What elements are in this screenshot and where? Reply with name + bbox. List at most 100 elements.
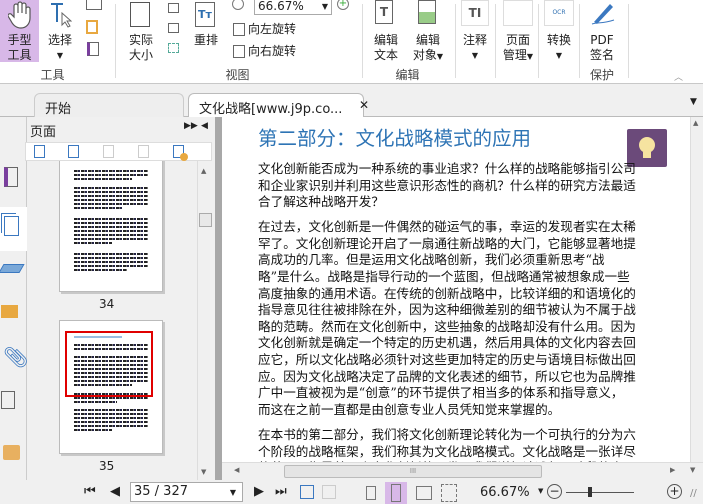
last-page-button[interactable]: ⏭︎	[275, 484, 287, 499]
rotate-right-label: 向右旋转	[248, 44, 297, 58]
edit-object-button[interactable]: 编辑 对象▼	[410, 0, 446, 64]
tab-start[interactable]: 开始	[34, 93, 184, 117]
rotate-right-icon	[233, 45, 245, 58]
rotate-left-button[interactable]: 向左旋转	[233, 20, 296, 37]
annotate-button[interactable]: TI 注释 ▼	[460, 0, 490, 62]
edit-text-button[interactable]: T 编辑 文本	[368, 0, 404, 64]
document-body: 文化创新能否成为一种系统的事业追求？什么样的战略能够指引公司 和企业家识别并利用这…	[258, 161, 666, 462]
collapse-ribbon-icon[interactable]: ︿	[674, 70, 683, 83]
select-label: 选择	[47, 33, 72, 47]
pages-icon[interactable]	[0, 207, 27, 251]
tab-document[interactable]: 文化战略[www.j9p.co... ✕	[188, 93, 369, 118]
clipboard-icon[interactable]	[86, 20, 98, 34]
reflow-button[interactable]: Tт 重排	[190, 0, 222, 62]
zoom-level: 66.67%	[480, 485, 530, 500]
panel-splitter[interactable]	[215, 117, 222, 480]
expand-panel-icon[interactable]: ▶▶	[184, 121, 198, 131]
divider	[579, 4, 580, 78]
fit-width-icon[interactable]	[168, 3, 179, 13]
reflow-label: 重排	[193, 33, 218, 47]
tab-document-label: 文化战略[www.j9p.co...	[199, 102, 343, 117]
navigation-strip: 📎︎	[0, 117, 28, 480]
zoom-in-thumbnail-icon[interactable]	[34, 145, 45, 158]
pdf-sign-button[interactable]: PDF 签名	[584, 0, 620, 64]
hand-tool-button[interactable]: 手型 工具	[0, 0, 39, 62]
page-thumbnail-35[interactable]	[59, 320, 163, 454]
tab-bar: 开始 文化战略[www.j9p.co... ✕ ▼	[0, 85, 703, 118]
page-manage-label-2: 管理	[502, 48, 527, 62]
page-manage-button[interactable]: 页面 管理▼	[500, 0, 536, 64]
zoom-dropdown-icon[interactable]: ▼	[538, 487, 543, 495]
zoom-select[interactable]: 66.67% ▼	[254, 0, 332, 15]
page-mark-icon[interactable]	[87, 42, 99, 56]
document-horizontal-scrollbar[interactable]: ◀ III ▶ ▼	[222, 462, 703, 480]
pages-panel: 页面 ▶▶ ◀ 34 35 ▲ ▼	[25, 117, 215, 480]
rotate-left-page-icon	[103, 145, 114, 158]
next-page-button[interactable]: ▶	[254, 484, 264, 499]
panel-scrollbar[interactable]: ▲ ▼	[197, 161, 213, 480]
horizontal-scrollbar-thumb[interactable]: III	[284, 465, 542, 478]
first-page-button[interactable]: ⏮︎	[84, 484, 96, 499]
resize-grip-icon[interactable]: //	[690, 488, 697, 499]
text-line: 高成功的几率。但是运用文化战略创新，我们必须重新思考“战	[258, 252, 605, 268]
fit-page-icon[interactable]	[168, 23, 179, 33]
panel-scrollbar-thumb[interactable]	[199, 213, 212, 227]
document-vertical-scrollbar[interactable]: ▲	[690, 117, 703, 462]
tab-start-label: 开始	[45, 102, 72, 117]
facing-pages-icon[interactable]	[416, 486, 432, 500]
insert-page-icon[interactable]	[173, 145, 188, 161]
divider	[115, 4, 116, 78]
convert-label: 转换	[546, 33, 571, 47]
previous-page-button[interactable]: ◀	[110, 484, 120, 499]
reflow-icon: Tт	[195, 2, 215, 27]
single-page-icon[interactable]	[366, 486, 376, 500]
zoom-slider-handle[interactable]	[588, 487, 592, 497]
text-line: 高度抽象的通用术语。在传统的创新战略中，比较详细的和语境化的	[258, 285, 636, 301]
page-icon	[130, 2, 150, 27]
zoom-out-button[interactable]: −	[547, 484, 562, 499]
visible-area-indicator[interactable]	[65, 331, 153, 397]
group-label-protect: 保护	[589, 68, 614, 82]
divider	[362, 4, 363, 78]
zoom-in-icon[interactable]: +	[337, 0, 349, 10]
pen-icon	[591, 4, 615, 25]
text-line: 略”是什么。战略是指导行动的一个蓝图，但战略通常被想象成一些	[258, 269, 630, 285]
zoom-out-thumbnail-icon[interactable]	[68, 145, 79, 158]
close-tab-icon[interactable]: ✕	[359, 98, 369, 112]
ocr-icon: OCR	[544, 0, 574, 26]
collapse-panel-icon[interactable]: ◀	[201, 121, 208, 131]
convert-button[interactable]: OCR 转换 ▼	[543, 0, 575, 62]
rotate-right-button[interactable]: 向右旋转	[233, 42, 296, 59]
page-thumbnail-34[interactable]	[59, 161, 163, 292]
actual-size-button[interactable]: 实际 大小	[122, 0, 160, 64]
select-button[interactable]: 选择 ▼	[44, 0, 76, 62]
tab-list-dropdown-icon[interactable]: ▼	[690, 97, 697, 107]
fit-visible-icon[interactable]	[168, 43, 179, 53]
zoom-out-icon[interactable]	[232, 0, 244, 10]
status-bar: ⏮︎ ◀ 35 / 327 ▼ ▶ ⏭︎ 66.67% ▼ − + //	[0, 480, 703, 504]
camera-icon[interactable]	[86, 0, 102, 10]
layers-icon[interactable]	[0, 264, 25, 273]
panel-title: 页面	[30, 125, 57, 140]
zoom-value: 66.67%	[258, 0, 304, 13]
page-number-value: 35 / 327	[134, 484, 188, 499]
text-line: 罕了。文化创新理论开启了一扇通往新战略的大门，它能够显著地提	[258, 235, 636, 251]
text-line: 略的范畴。然而在文化创新中，这些抽象的战略却没有什么用。因为	[258, 318, 636, 334]
continuous-facing-icon[interactable]	[441, 484, 457, 502]
pdf-sign-label-2: 签名	[589, 48, 614, 62]
text-line: 而这在之前一直都是由创意专业人员凭知觉来掌握的。	[258, 401, 561, 417]
lock-icon[interactable]	[3, 445, 20, 460]
zoom-in-button[interactable]: +	[667, 484, 682, 499]
bookmark-icon[interactable]	[4, 167, 18, 187]
continuous-page-icon[interactable]	[385, 482, 407, 504]
comments-icon[interactable]	[1, 305, 18, 318]
zoom-slider[interactable]	[566, 487, 634, 497]
previous-view-icon[interactable]	[300, 485, 314, 499]
signature-panel-icon[interactable]	[1, 391, 15, 409]
page-number-field[interactable]: 35 / 327 ▼	[130, 482, 243, 502]
edit-object-label: 编辑	[415, 33, 440, 47]
divider	[495, 4, 496, 78]
paragraph: 在本书的第二部分，我们将文化创新理论转化为一个可执行的分为六 个阶段的战略框架，我…	[258, 427, 666, 462]
next-view-icon	[322, 485, 336, 499]
document-view: 第二部分：文化战略模式的应用 文化创新能否成为一种系统的事业追求？什么样的战略能…	[222, 117, 690, 462]
